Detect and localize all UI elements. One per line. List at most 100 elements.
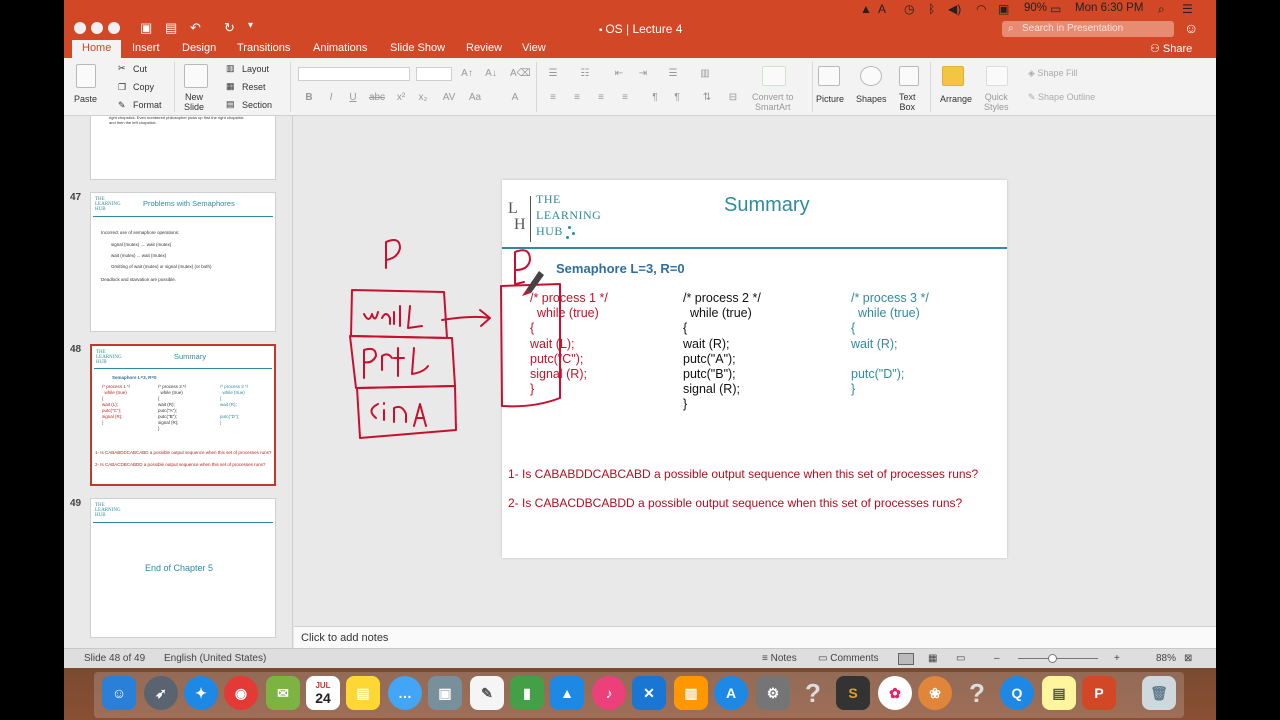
comments-toggle[interactable]: ▭ Comments — [818, 653, 879, 664]
zoom-out-button[interactable]: – — [994, 653, 1000, 664]
slide-thumbnail-49[interactable]: THE LEARNING HUB End of Chapter 5 — [90, 498, 276, 638]
zoom-slider-handle[interactable] — [1048, 654, 1057, 663]
text-box-icon[interactable] — [899, 66, 919, 86]
launchpad-icon[interactable]: ➶ — [144, 676, 178, 710]
tab-animations[interactable]: Animations — [313, 42, 367, 54]
stickies-icon[interactable]: ▤ — [1042, 676, 1076, 710]
chrome-icon[interactable]: ◉ — [224, 676, 258, 710]
columns-icon[interactable]: ▥ — [696, 67, 714, 81]
align-left-icon[interactable]: ≡ — [544, 91, 562, 105]
reset-button[interactable]: Reset — [242, 82, 266, 92]
convert-smartart-button[interactable]: Convert to SmartArt — [752, 92, 794, 112]
format-painter-button[interactable]: Format — [133, 100, 162, 110]
numbering-icon[interactable]: ☷ — [576, 67, 594, 81]
process-2-code[interactable]: /* process 2 */ while (true) { wait (R);… — [683, 291, 761, 413]
picture-button[interactable]: Picture — [816, 94, 844, 104]
italic-icon[interactable]: I — [322, 91, 340, 105]
copy-button[interactable]: Copy — [133, 82, 154, 92]
time-machine-icon[interactable]: ◷ — [904, 2, 914, 16]
arrange-button[interactable]: Arrange — [940, 94, 972, 104]
calendar-icon[interactable]: JUL 24 — [306, 676, 340, 710]
fit-to-window-icon[interactable]: ⊠ — [1184, 653, 1192, 664]
quick-styles-icon[interactable] — [986, 66, 1008, 86]
share-button[interactable]: ⚇ Share — [1150, 42, 1192, 55]
photos-icon[interactable]: ✿ — [878, 676, 912, 710]
notification-center-icon[interactable]: ☰ — [1182, 2, 1193, 16]
customize-toolbar-icon[interactable]: ▾ — [248, 20, 253, 31]
sublime-text-icon[interactable]: S — [836, 676, 870, 710]
zoom-window-button[interactable] — [108, 22, 120, 34]
input-source-icon[interactable]: ▣ — [998, 2, 1009, 16]
minimize-window-button[interactable] — [91, 22, 103, 34]
unknown-app-icon-2[interactable]: ? — [960, 676, 994, 710]
layout-button[interactable]: Layout — [242, 64, 269, 74]
process-3-code[interactable]: /* process 3 */ while (true) { wait (R);… — [851, 291, 929, 397]
zoom-level[interactable]: 88% — [1156, 653, 1176, 664]
decrease-font-icon[interactable]: A↓ — [482, 67, 500, 81]
redo-icon[interactable]: ↻ — [224, 20, 235, 36]
font-name-select[interactable] — [298, 67, 410, 81]
text-direction-icon[interactable]: ⇅ — [698, 91, 716, 105]
quicktime-icon[interactable]: Q — [1000, 676, 1034, 710]
tab-slide-show[interactable]: Slide Show — [390, 42, 445, 54]
tab-insert[interactable]: Insert — [132, 42, 160, 54]
messages-icon[interactable]: … — [388, 676, 422, 710]
superscript-icon[interactable]: x² — [392, 91, 410, 105]
xcode-icon[interactable]: ✕ — [632, 676, 666, 710]
smartart-icon[interactable] — [762, 66, 786, 86]
bullets-icon[interactable]: ☰ — [544, 67, 562, 81]
tab-view[interactable]: View — [522, 42, 546, 54]
text-box-button[interactable]: Text Box — [899, 92, 916, 112]
ibooks-icon[interactable]: ▥ — [674, 676, 708, 710]
shapes-icon[interactable] — [860, 66, 882, 86]
finder-icon[interactable]: ☺ — [102, 676, 136, 710]
bluetooth-icon[interactable]: ᛒ — [928, 2, 935, 16]
decrease-indent-icon[interactable]: ⇤ — [610, 67, 628, 81]
volume-icon[interactable]: ◀) — [948, 2, 961, 16]
line-spacing-icon[interactable]: ☰ — [664, 67, 682, 81]
cut-button[interactable]: Cut — [133, 64, 147, 74]
powerpoint-icon[interactable]: P — [1082, 676, 1116, 710]
shapes-button[interactable]: Shapes — [856, 94, 887, 104]
wifi-icon[interactable]: ◠ — [976, 2, 986, 16]
font-size-select[interactable] — [416, 67, 452, 81]
slide-sorter-icon[interactable]: ▦ — [928, 653, 937, 664]
textedit-icon[interactable]: ✎ — [470, 676, 504, 710]
character-spacing-icon[interactable]: AV — [440, 91, 458, 105]
font-color-icon[interactable]: A — [506, 91, 524, 105]
sidebar-toggle-icon[interactable]: ▣ — [140, 20, 152, 36]
close-window-button[interactable] — [74, 22, 86, 34]
clear-format-icon[interactable]: A⌫ — [510, 67, 531, 81]
save-icon[interactable]: ▤ — [165, 20, 177, 36]
notes-pane[interactable]: Click to add notes — [294, 626, 1216, 648]
undo-icon[interactable]: ↶ — [190, 20, 201, 36]
semaphore-heading[interactable]: Semaphore L=3, R=0 — [556, 261, 685, 276]
flower-app-icon[interactable]: ❀ — [918, 676, 952, 710]
reading-view-icon[interactable]: ▭ — [956, 653, 965, 664]
unknown-app-icon[interactable]: ? — [796, 676, 830, 710]
slide-thumbnail-48[interactable]: THE LEARNING HUB Summary Semaphore L=3, R=… — [90, 344, 276, 486]
keynote-icon[interactable]: ▲ — [550, 676, 584, 710]
increase-font-icon[interactable]: A↑ — [458, 67, 476, 81]
arrange-icon[interactable] — [942, 66, 964, 86]
search-input[interactable]: ⌕ Search in Presentation — [1002, 21, 1174, 37]
new-slide-button[interactable]: New Slide — [184, 92, 204, 112]
subscript-icon[interactable]: x₂ — [414, 91, 432, 105]
paste-button[interactable]: Paste — [74, 94, 97, 104]
align-text-icon[interactable]: ⊟ — [724, 91, 742, 105]
rtl-icon[interactable]: ¶ — [668, 91, 686, 105]
new-slide-icon[interactable] — [184, 64, 208, 88]
slide-thumbnail-47[interactable]: THE LEARNING HUB Problems with Semaphores … — [90, 192, 276, 332]
bold-icon[interactable]: B — [300, 91, 318, 105]
normal-view-icon[interactable] — [898, 653, 914, 665]
zoom-slider-track[interactable] — [1018, 658, 1098, 659]
tab-home[interactable]: Home — [72, 40, 122, 58]
strikethrough-icon[interactable]: abc — [368, 91, 386, 105]
align-center-icon[interactable]: ≡ — [568, 91, 586, 105]
current-slide[interactable]: L H THE LEARNING HUB Summary Semaphore L… — [502, 180, 1007, 558]
ltr-icon[interactable]: ¶ — [646, 91, 664, 105]
paste-icon[interactable] — [76, 64, 96, 88]
quick-styles-button[interactable]: Quick Styles — [984, 92, 1009, 112]
language-indicator[interactable]: English (United States) — [164, 653, 266, 664]
battery-icon[interactable]: ▭ — [1050, 2, 1061, 16]
